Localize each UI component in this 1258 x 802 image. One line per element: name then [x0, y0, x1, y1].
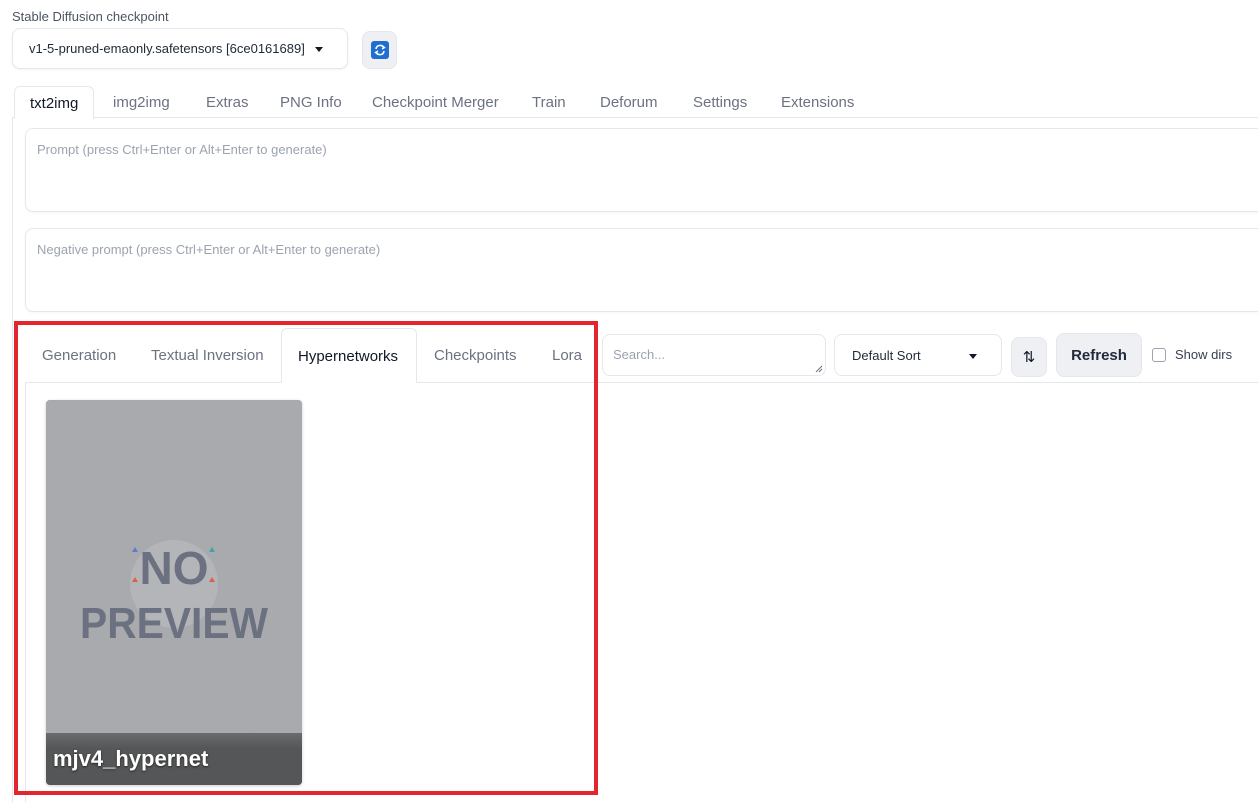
tab-extras[interactable]: Extras [206, 86, 249, 118]
tab-txt2img[interactable]: txt2img [14, 86, 95, 119]
search-input[interactable]: Search... [602, 334, 826, 376]
checkpoint-refresh-button[interactable] [362, 31, 397, 69]
prompt-input[interactable]: Prompt (press Ctrl+Enter or Alt+Enter to… [25, 128, 1258, 212]
checkpoint-label: Stable Diffusion checkpoint [12, 9, 169, 24]
sort-dropdown[interactable]: Default Sort [834, 334, 1002, 376]
sort-direction-icon: ⇅ [1022, 349, 1036, 366]
negative-prompt-placeholder: Negative prompt (press Ctrl+Enter or Alt… [37, 242, 381, 257]
checkpoint-value: v1-5-pruned-emaonly.safetensors [6ce0161… [29, 41, 305, 56]
panel-border [12, 118, 13, 802]
show-dirs-label: Show dirs [1175, 347, 1233, 362]
refresh-button[interactable]: Refresh [1056, 333, 1142, 377]
tab-train[interactable]: Train [532, 86, 566, 118]
tab-png-info[interactable]: PNG Info [280, 86, 342, 118]
resize-grip-icon[interactable] [815, 365, 823, 373]
tab-extensions[interactable]: Extensions [781, 86, 854, 118]
highlight-box [14, 321, 598, 795]
search-placeholder: Search... [613, 347, 666, 362]
tab-checkpoint-merger[interactable]: Checkpoint Merger [372, 86, 499, 118]
checkpoint-dropdown[interactable]: v1-5-pruned-emaonly.safetensors [6ce0161… [12, 28, 348, 69]
negative-prompt-input[interactable]: Negative prompt (press Ctrl+Enter or Alt… [25, 228, 1258, 312]
show-dirs-checkbox[interactable] [1152, 348, 1166, 362]
refresh-icon [370, 41, 389, 59]
tab-settings[interactable]: Settings [693, 86, 747, 118]
chevron-down-icon [315, 47, 323, 52]
sort-value: Default Sort [852, 348, 921, 363]
sort-direction-button[interactable]: ⇅ [1011, 337, 1047, 377]
tab-deforum[interactable]: Deforum [600, 86, 658, 118]
prompt-placeholder: Prompt (press Ctrl+Enter or Alt+Enter to… [37, 142, 327, 157]
main-tabs: txt2img img2img Extras PNG Info Checkpoi… [12, 86, 1258, 119]
chevron-down-icon [969, 354, 977, 359]
tab-img2img[interactable]: img2img [113, 86, 170, 118]
